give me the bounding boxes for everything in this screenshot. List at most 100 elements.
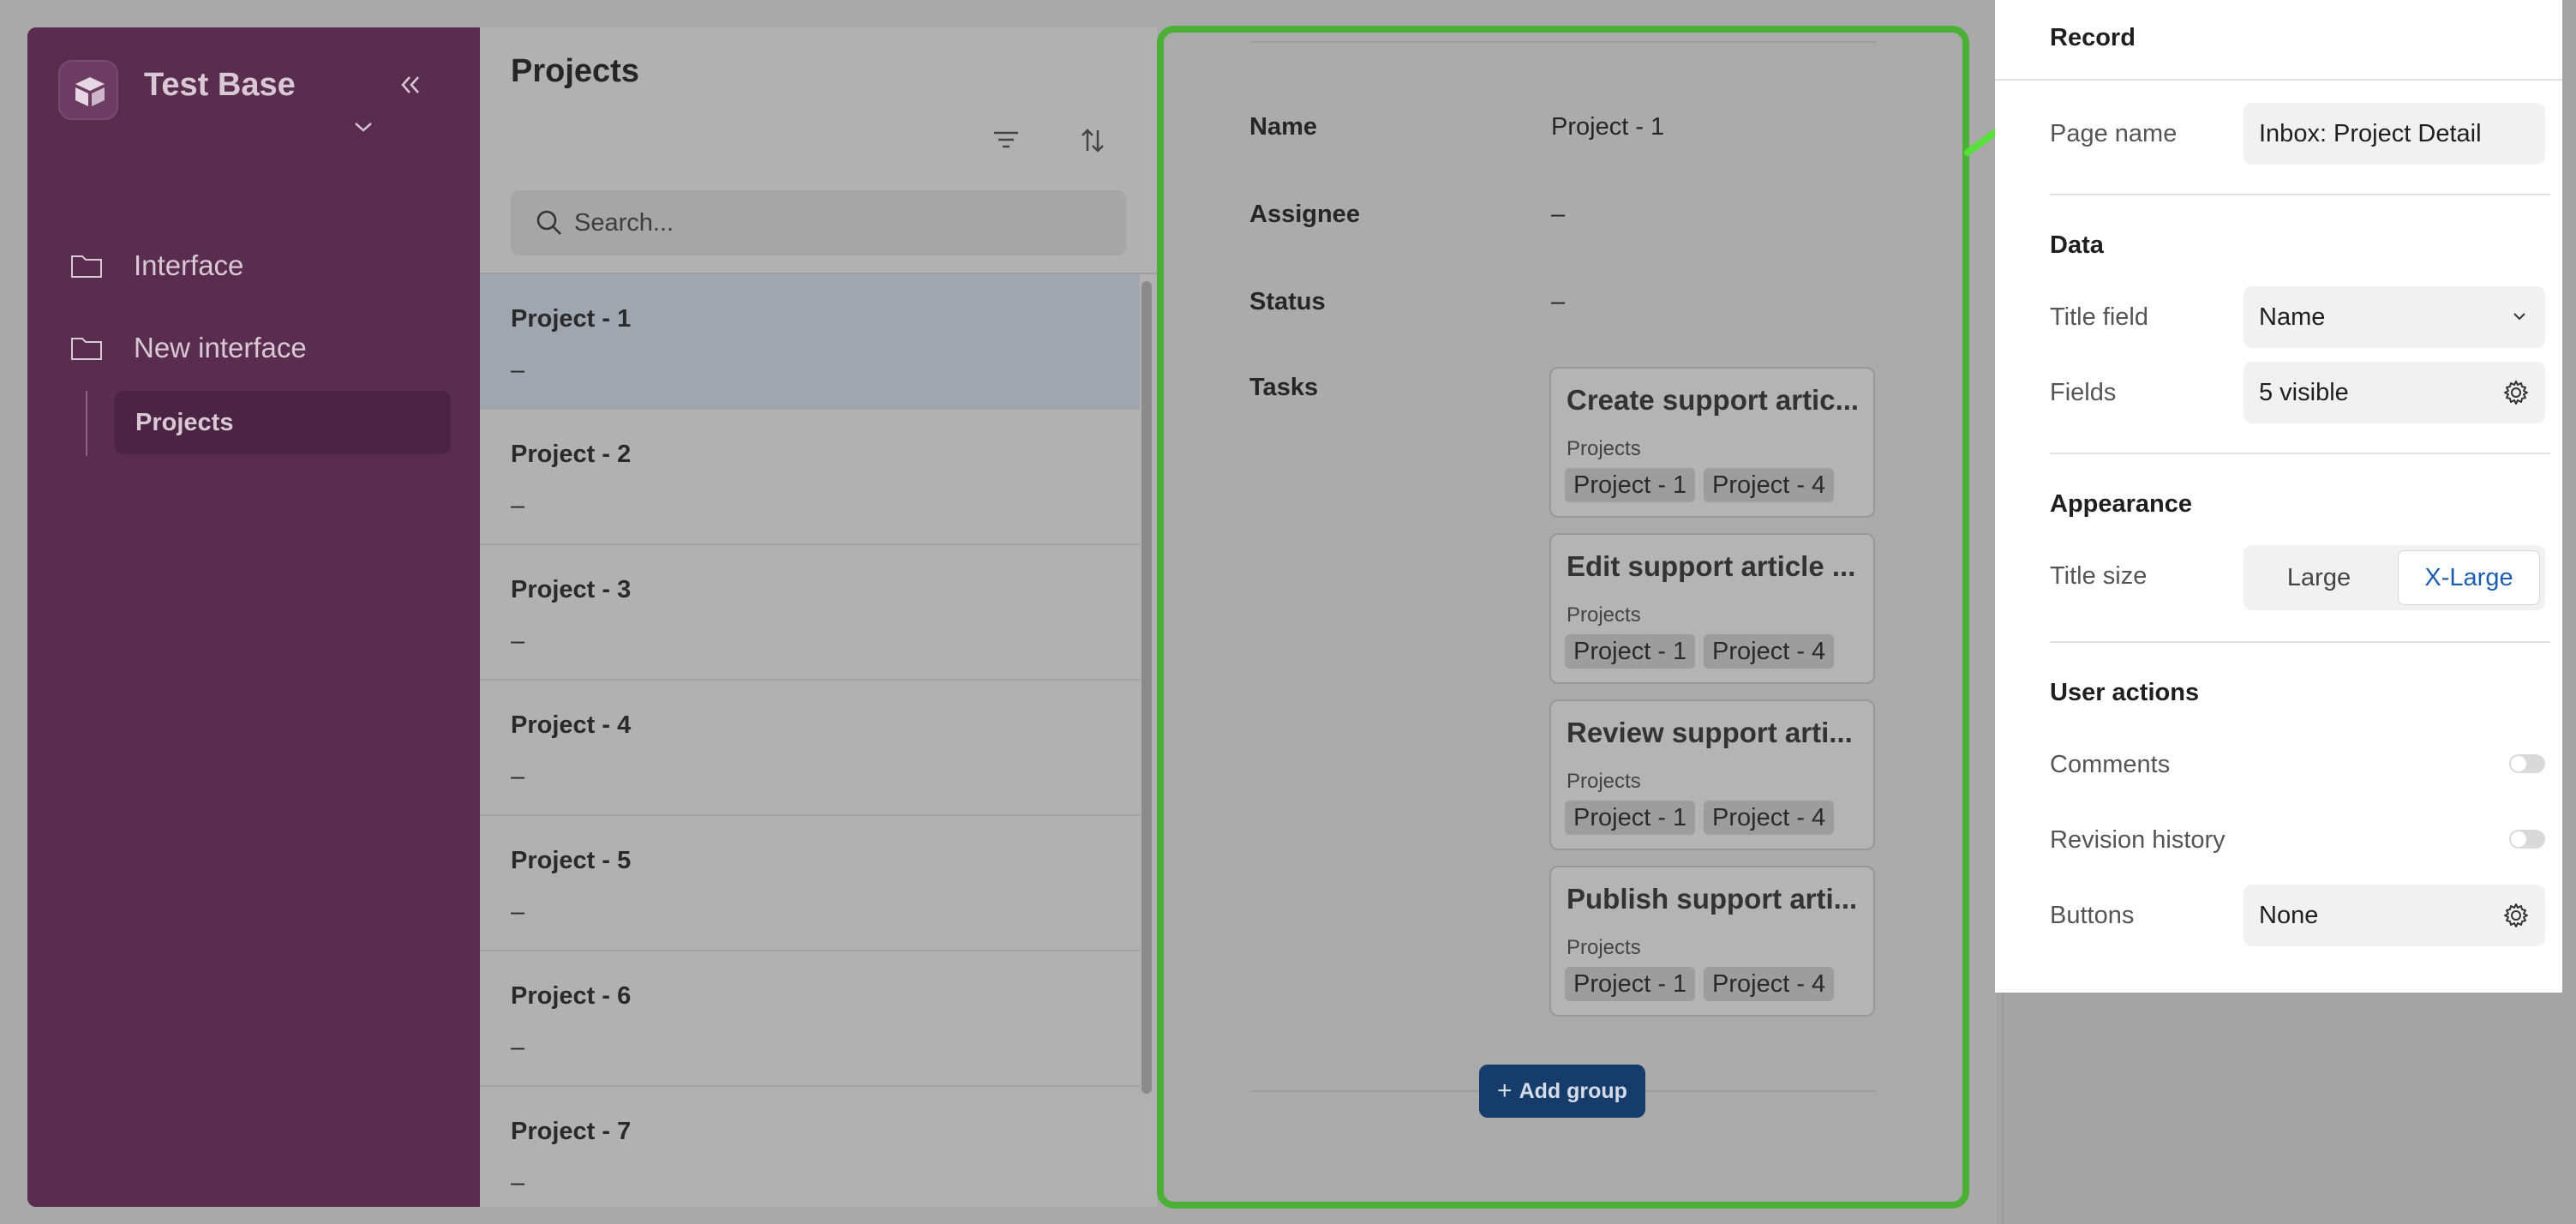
collapse-double-chevron-icon[interactable]: [398, 72, 423, 102]
panel-title: Record: [2050, 24, 2136, 51]
list-panel: Projects Project - 1 – Project - 2 – Pro…: [480, 27, 1157, 1207]
revision-history-label: Revision history: [2050, 826, 2226, 854]
section-title-user-actions: User actions: [2050, 679, 2200, 706]
fields-label: Fields: [2050, 379, 2117, 406]
list-item[interactable]: Project - 3 –: [480, 545, 1140, 681]
list-item[interactable]: Project - 7 –: [480, 1087, 1140, 1207]
list-item[interactable]: Project - 4 –: [480, 681, 1140, 816]
sidebar: Test Base Interface New interface Projec…: [27, 27, 480, 1207]
project-sub: –: [511, 627, 525, 655]
add-group-button[interactable]: + Add group: [1479, 1065, 1645, 1118]
task-projects-label: Projects: [1567, 603, 1641, 627]
field-label-assignee: Assignee: [1249, 201, 1360, 228]
project-sub: –: [511, 898, 525, 926]
task-title: Edit support article ...: [1567, 550, 1856, 582]
search-input[interactable]: [574, 208, 1088, 237]
scrollbar[interactable]: [1141, 281, 1152, 1094]
list-item[interactable]: Project - 6 –: [480, 951, 1140, 1087]
project-chip[interactable]: Project - 1: [1565, 967, 1696, 1001]
task-card[interactable]: Review support arti... Projects Project …: [1549, 699, 1875, 850]
field-label-status: Status: [1249, 288, 1326, 315]
comments-toggle[interactable]: [2509, 754, 2545, 773]
tree-line: [86, 391, 87, 456]
title-field-label: Title field: [2050, 303, 2148, 331]
revision-history-toggle[interactable]: [2509, 830, 2545, 849]
divider: [2050, 453, 2550, 454]
field-value-status[interactable]: –: [1551, 288, 1565, 316]
field-label-name: Name: [1249, 113, 1317, 141]
title-size-label: Title size: [2050, 562, 2148, 590]
folder-icon: [71, 255, 102, 278]
sidebar-item-projects[interactable]: Projects: [115, 391, 451, 454]
gear-icon[interactable]: [2502, 379, 2530, 406]
sidebar-item-label: New interface: [134, 332, 307, 363]
title-size-xlarge-option[interactable]: X-Large: [2398, 550, 2540, 605]
title-size-large-option[interactable]: Large: [2249, 550, 2389, 605]
project-name: Project - 3: [511, 576, 632, 603]
field-value-name[interactable]: Project - 1: [1551, 113, 1664, 141]
task-card[interactable]: Publish support arti... Projects Project…: [1549, 866, 1875, 1017]
comments-label: Comments: [2050, 751, 2171, 778]
buttons-config[interactable]: None: [2244, 885, 2545, 946]
buttons-value: None: [2259, 901, 2319, 929]
task-projects-label: Projects: [1567, 770, 1641, 793]
page-name-input[interactable]: Inbox: Project Detail: [2244, 103, 2545, 165]
task-card[interactable]: Create support artic... Projects Project…: [1549, 367, 1875, 518]
task-title: Review support arti...: [1567, 717, 1853, 748]
project-name: Project - 1: [511, 305, 632, 333]
divider: [2050, 641, 2550, 643]
project-chip[interactable]: Project - 1: [1565, 468, 1696, 502]
list-item[interactable]: Project - 5 –: [480, 816, 1140, 951]
project-chip[interactable]: Project - 4: [1704, 967, 1835, 1001]
sidebar-item-interface[interactable]: Interface: [70, 240, 243, 291]
folder-icon: [71, 338, 102, 360]
task-title: Publish support arti...: [1567, 883, 1858, 915]
project-name: Project - 7: [511, 1118, 632, 1145]
fields-value: 5 visible: [2259, 378, 2349, 406]
buttons-label: Buttons: [2050, 902, 2135, 929]
task-projects-label: Projects: [1567, 437, 1641, 460]
project-sub: –: [511, 1169, 525, 1197]
sort-icon[interactable]: [1080, 127, 1105, 159]
search-box[interactable]: [511, 190, 1126, 255]
project-sub: –: [511, 1034, 525, 1061]
field-label-tasks: Tasks: [1249, 374, 1319, 401]
project-sub: –: [511, 763, 525, 790]
project-chip[interactable]: Project - 4: [1704, 634, 1835, 669]
task-projects-label: Projects: [1567, 936, 1641, 959]
chevron-down-icon[interactable]: [353, 113, 374, 140]
list-item[interactable]: Project - 2 –: [480, 410, 1140, 545]
project-sub: –: [511, 357, 525, 384]
divider: [1995, 79, 2562, 81]
sidebar-item-new-interface[interactable]: New interface: [70, 322, 307, 374]
page-title: Projects: [511, 53, 639, 89]
task-card[interactable]: Edit support article ... Projects Projec…: [1549, 533, 1875, 684]
base-name[interactable]: Test Base: [144, 67, 296, 104]
base-logo-icon[interactable]: [58, 60, 118, 120]
project-chip[interactable]: Project - 4: [1704, 468, 1835, 502]
title-field-select[interactable]: Name: [2244, 286, 2545, 348]
filter-icon[interactable]: [992, 130, 1020, 153]
record-settings-panel: Record Page name Inbox: Project Detail D…: [1995, 0, 2562, 993]
title-field-value: Name: [2259, 303, 2326, 331]
project-chip[interactable]: Project - 1: [1565, 801, 1696, 835]
add-group-label: Add group: [1519, 1078, 1627, 1103]
gear-icon[interactable]: [2502, 902, 2530, 929]
project-chip[interactable]: Project - 1: [1565, 634, 1696, 669]
search-icon: [536, 210, 561, 235]
divider: [1251, 41, 1877, 43]
field-value-assignee[interactable]: –: [1551, 201, 1565, 229]
list-item[interactable]: Project - 1 –: [480, 274, 1140, 410]
project-name: Project - 4: [511, 711, 632, 739]
record-detail-panel: Name Project - 1 Assignee – Status – Tas…: [1157, 26, 1969, 1209]
project-chip[interactable]: Project - 4: [1704, 801, 1835, 835]
page-name-label: Page name: [2050, 120, 2178, 147]
section-title-data: Data: [2050, 231, 2104, 259]
project-name: Project - 2: [511, 441, 632, 468]
section-title-appearance: Appearance: [2050, 490, 2193, 518]
fields-config[interactable]: 5 visible: [2244, 362, 2545, 423]
chevron-down-icon: [2513, 313, 2525, 321]
project-name: Project - 6: [511, 982, 632, 1010]
task-title: Create support artic...: [1567, 384, 1860, 416]
project-name: Project - 5: [511, 847, 632, 874]
